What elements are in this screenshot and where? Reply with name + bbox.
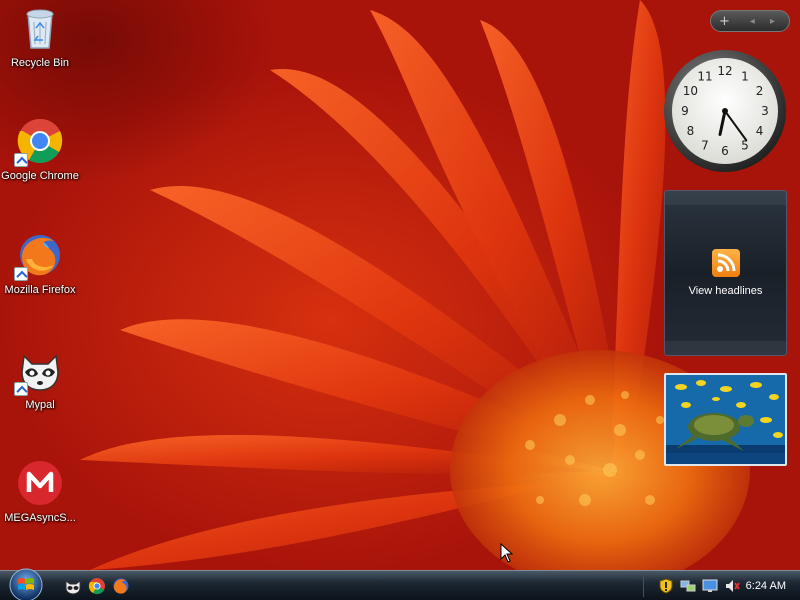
taskbar: 6:24 AM: [0, 567, 800, 600]
desktop-icon-label: Mypal: [25, 399, 55, 411]
add-gadget-button[interactable]: +: [719, 14, 730, 29]
display-icon[interactable]: [702, 578, 718, 594]
clock-numeral: 8: [687, 124, 695, 138]
desktop-icon-mozilla-firefox[interactable]: Mozilla Firefox: [0, 231, 80, 297]
clock-numeral: 10: [683, 84, 698, 98]
firefox-icon[interactable]: [112, 577, 130, 595]
tray-icons: [650, 578, 740, 594]
recycle-bin-icon: [16, 4, 64, 52]
clock-numeral: 9: [681, 104, 689, 118]
feed-headlines-gadget[interactable]: View headlines: [664, 190, 787, 356]
desktop-icon-megasync[interactable]: MEGAsyncS...: [0, 459, 80, 525]
clock-numeral: 6: [721, 144, 729, 158]
mypal-raccoon-icon: [14, 346, 64, 396]
mypal-icon[interactable]: [64, 577, 82, 595]
clock-numeral: 3: [761, 104, 769, 118]
clock-numeral: 7: [701, 139, 709, 153]
gadget-header-bar: [665, 191, 786, 205]
system-tray: 6:24 AM: [637, 571, 800, 600]
clock-numeral: 11: [697, 69, 712, 83]
clock-numeral: 4: [756, 124, 764, 138]
start-button[interactable]: [6, 567, 46, 600]
desktop-icon-label: Mozilla Firefox: [4, 284, 76, 296]
mega-icon: [16, 459, 64, 507]
sidebar-controls: + ◂ ▸: [710, 10, 790, 32]
gadget-footer-bar: [665, 341, 786, 355]
shortcut-arrow-icon: [14, 153, 28, 167]
view-headlines-link[interactable]: View headlines: [689, 285, 763, 297]
analog-clock: 1234567891011 12: [664, 50, 786, 172]
rss-icon: [711, 249, 740, 277]
clock-numeral: 12: [717, 64, 732, 78]
shortcut-arrow-icon: [14, 382, 28, 396]
taskbar-clock[interactable]: 6:24 AM: [740, 580, 800, 592]
network-icon[interactable]: [680, 578, 696, 594]
speaker-muted-icon[interactable]: [724, 578, 740, 594]
sea-turtle-photo: [666, 375, 785, 464]
desktop-icon-recycle-bin[interactable]: Recycle Bin: [0, 4, 80, 70]
desktop-icon-label: MEGAsyncS...: [4, 512, 76, 524]
desktop-icon-label: Google Chrome: [1, 170, 79, 182]
windows-logo-icon: [9, 568, 43, 600]
quick-launch-bar: [64, 577, 130, 595]
mouse-cursor-icon: [500, 542, 514, 567]
clock-numeral: 2: [756, 84, 764, 98]
clock-numeral: 1: [741, 69, 749, 83]
chrome-icon: [14, 117, 64, 167]
gadget-nav-arrows[interactable]: ◂ ▸: [750, 16, 781, 27]
clock-gadget[interactable]: 1 2 3 4 5 6 7 8 9 10 11 12: [662, 48, 788, 174]
desktop-icon-label: Recycle Bin: [10, 57, 70, 69]
firefox-icon: [14, 231, 64, 281]
tray-divider: [642, 575, 644, 597]
clock-numeral: 5: [741, 139, 749, 153]
slideshow-gadget[interactable]: [664, 373, 787, 466]
desktop-icon-google-chrome[interactable]: Google Chrome: [0, 117, 80, 183]
security-shield-icon[interactable]: [658, 578, 674, 594]
chrome-icon[interactable]: [88, 577, 106, 595]
desktop-icon-mypal[interactable]: Mypal: [0, 346, 80, 412]
shortcut-arrow-icon: [14, 267, 28, 281]
